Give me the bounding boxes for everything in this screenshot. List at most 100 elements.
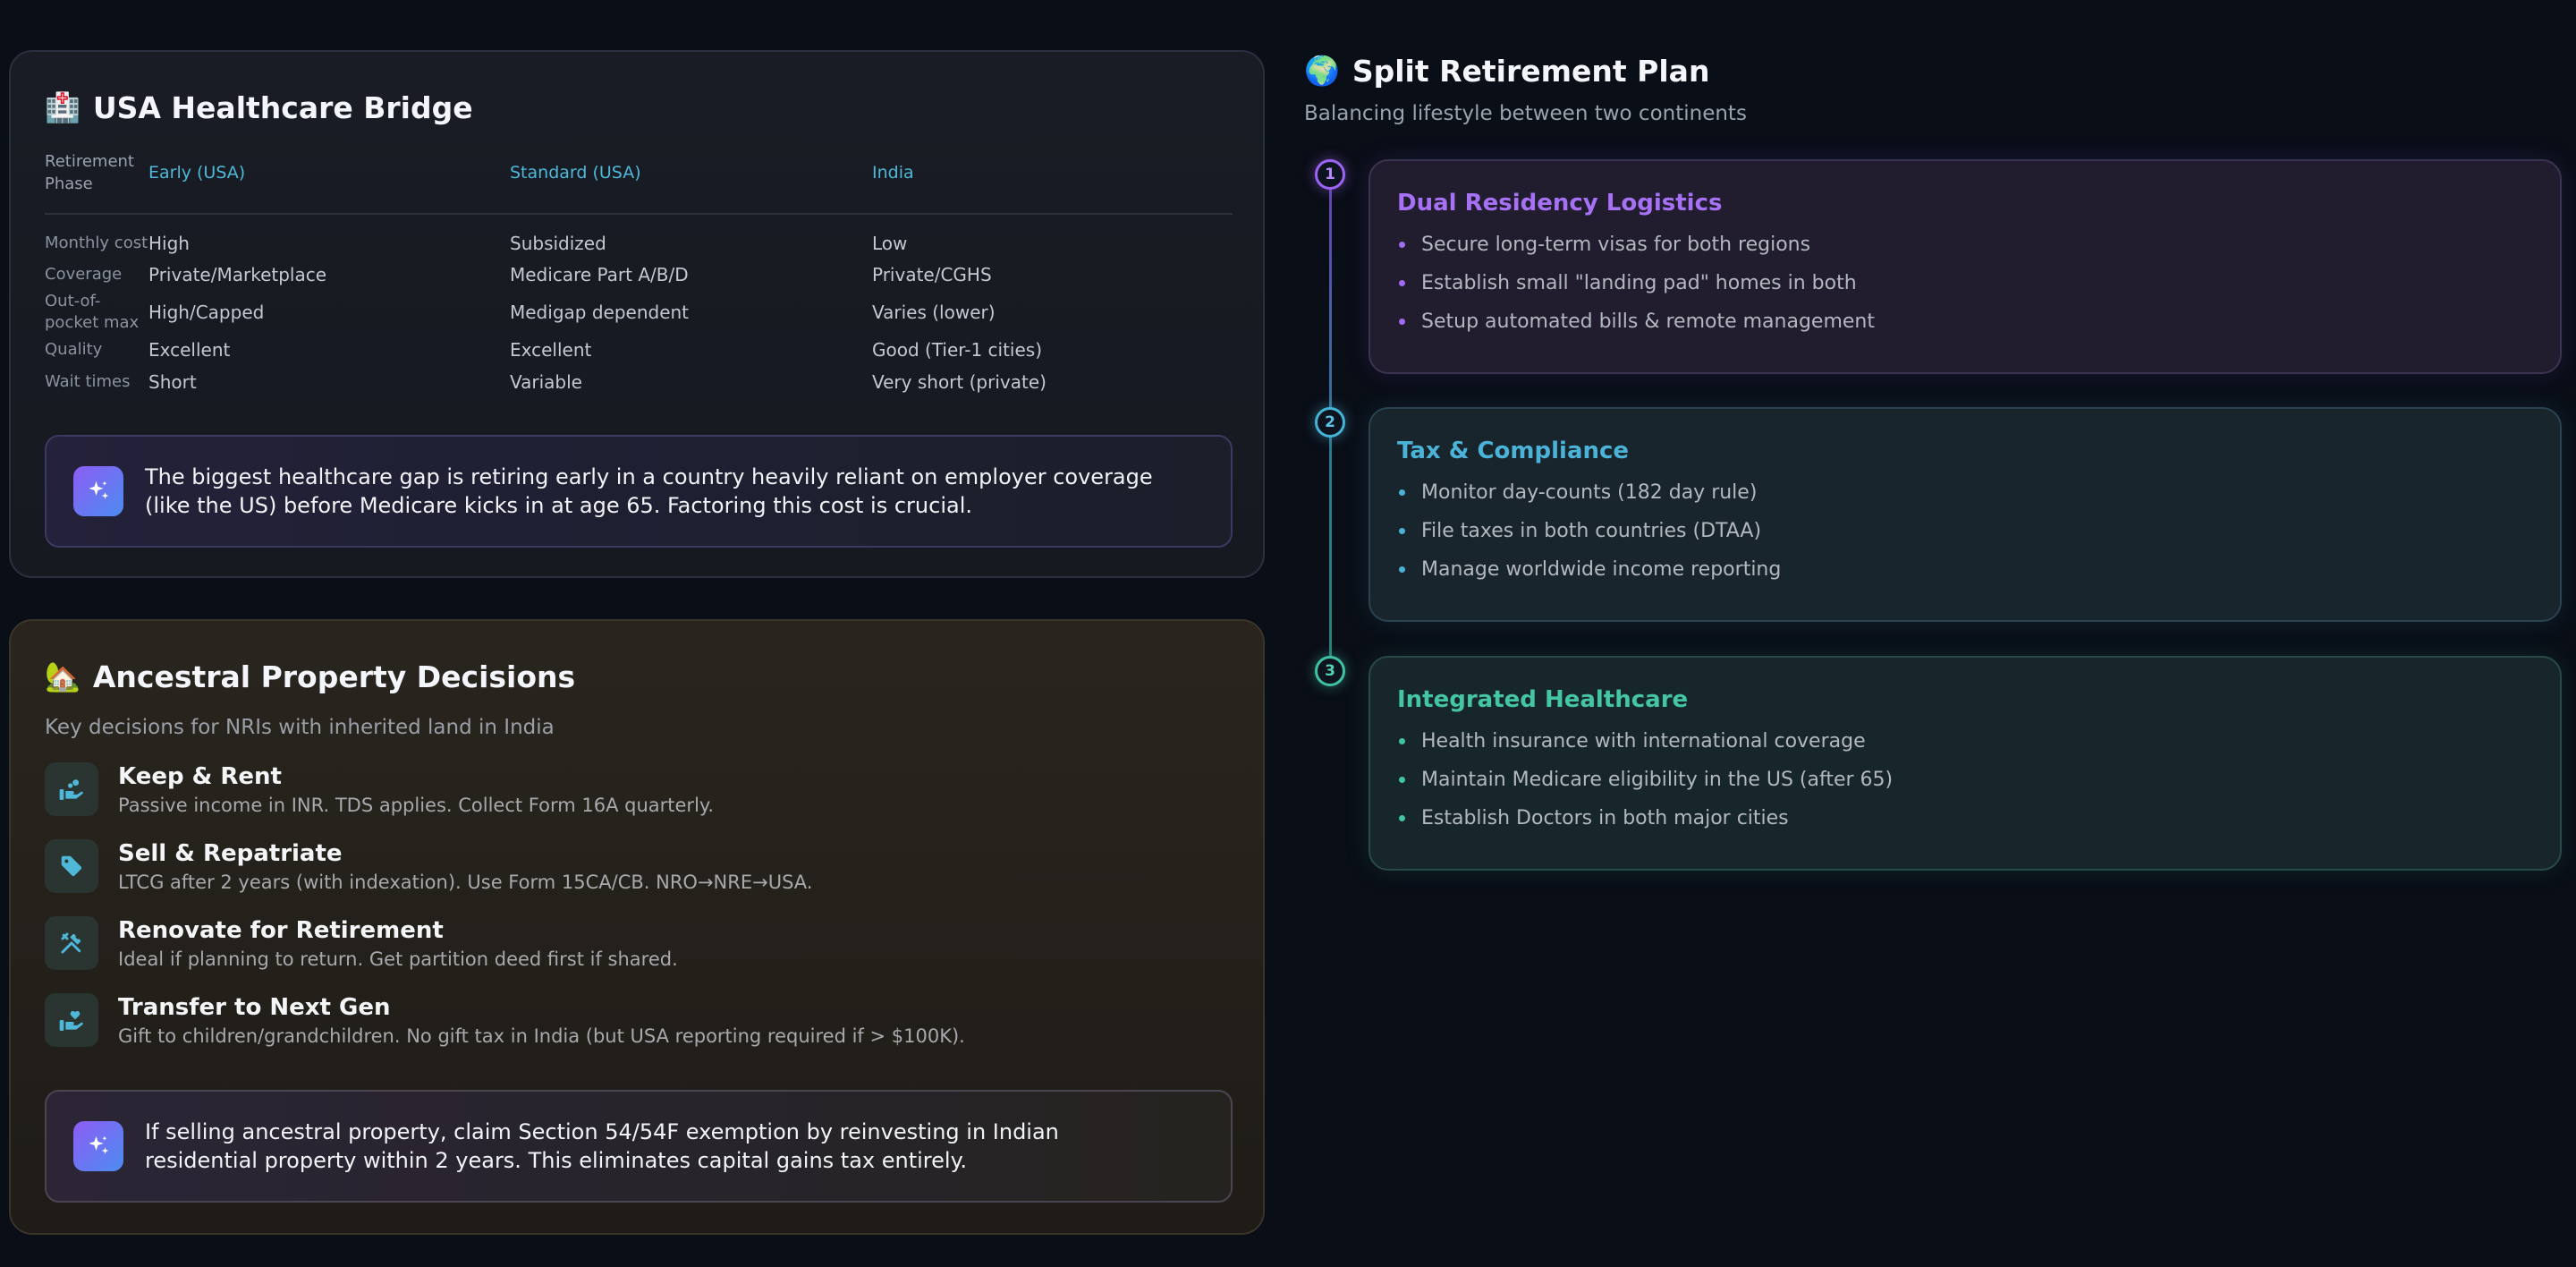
header-standard-usa: Standard (USA): [510, 150, 872, 215]
cell-india: Good (Tier-1 cities): [872, 339, 1043, 361]
cell-india: Very short (private): [872, 371, 1046, 393]
cell-standard: Subsidized: [510, 232, 606, 254]
cell-india: Private/CGHS: [872, 264, 992, 285]
sparkles-icon: [73, 1121, 123, 1171]
list-item-text: File taxes in both countries (DTAA): [1421, 520, 1762, 542]
header-early-usa: Early (USA): [148, 150, 510, 215]
option-description: Gift to children/grandchildren. No gift …: [118, 1025, 965, 1047]
step-card-tax-compliance: Tax & Compliance Monitor day-counts (182…: [1368, 407, 2562, 622]
header-phase: Retirement Phase: [45, 150, 148, 215]
list-item-text: Establish Doctors in both major cities: [1421, 807, 1789, 829]
list-item: Transfer to Next Gen Gift to children/gr…: [45, 993, 1229, 1070]
list-item: File taxes in both countries (DTAA): [1397, 512, 2533, 550]
table-header-row: Retirement Phase Early (USA) Standard (U…: [45, 150, 1233, 215]
table-row: Coverage Private/Marketplace Medicare Pa…: [45, 259, 1233, 291]
property-insight-callout: If selling ancestral property, claim Sec…: [45, 1090, 1233, 1203]
tools-icon: [45, 916, 98, 970]
cell-early: High: [148, 232, 190, 254]
option-description: Passive income in INR. TDS applies. Coll…: [118, 795, 715, 816]
cell-india: Low: [872, 232, 908, 254]
step-title: Dual Residency Logistics: [1397, 190, 1723, 217]
bullet-icon: [1399, 319, 1405, 325]
split-plan-title: 🌍 Split Retirement Plan: [1304, 48, 1709, 93]
list-item-text: Secure long-term visas for both regions: [1421, 234, 1811, 256]
property-insight-text: If selling ancestral property, claim Sec…: [145, 1119, 1059, 1173]
bullet-icon: [1399, 815, 1405, 821]
cell-india: Varies (lower): [872, 302, 996, 323]
cell-standard: Variable: [510, 371, 582, 393]
healthcare-insight-callout: The biggest healthcare gap is retiring e…: [45, 435, 1233, 548]
property-title-text: Ancestral Property Decisions: [92, 659, 576, 694]
list-item-text: Establish small "landing pad" homes in b…: [1421, 272, 1857, 294]
step-title: Integrated Healthcare: [1397, 686, 1689, 713]
step-title: Tax & Compliance: [1397, 438, 1630, 464]
hand-coins-icon: [45, 762, 98, 816]
list-item-text: Maintain Medicare eligibility in the US …: [1421, 769, 1894, 791]
list-item: Setup automated bills & remote managemen…: [1397, 302, 2533, 341]
tag-icon: [45, 839, 98, 893]
table-row: Monthly cost High Subsidized Low: [45, 214, 1233, 259]
healthcare-insight-text: The biggest healthcare gap is retiring e…: [145, 464, 1153, 518]
step-items: Monitor day-counts (182 day rule) File t…: [1397, 473, 2533, 589]
row-label: Out-of-pocket max: [45, 292, 140, 332]
list-item: Renovate for Retirement Ideal if plannin…: [45, 916, 1229, 993]
house-icon: 🏡: [45, 659, 80, 693]
option-description: LTCG after 2 years (with indexation). Us…: [118, 872, 813, 893]
option-title: Keep & Rent: [118, 763, 282, 790]
row-label: Wait times: [45, 372, 131, 391]
property-title: 🏡 Ancestral Property Decisions: [45, 653, 1229, 700]
list-item-text: Setup automated bills & remote managemen…: [1421, 310, 1875, 333]
list-item-text: Monitor day-counts (182 day rule): [1421, 481, 1758, 504]
list-item: Secure long-term visas for both regions: [1397, 225, 2533, 264]
healthcare-title: 🏥 USA Healthcare Bridge: [45, 84, 1229, 131]
list-item: Sell & Repatriate LTCG after 2 years (wi…: [45, 839, 1229, 916]
option-title: Sell & Repatriate: [118, 840, 343, 867]
list-item: Establish Doctors in both major cities: [1397, 799, 2533, 838]
bullet-icon: [1399, 777, 1405, 783]
step-card-integrated-healthcare: Integrated Healthcare Health insurance w…: [1368, 656, 2562, 871]
property-options-list: Keep & Rent Passive income in INR. TDS a…: [45, 762, 1229, 1070]
bullet-icon: [1399, 280, 1405, 286]
property-subtitle: Key decisions for NRIs with inherited la…: [45, 716, 555, 739]
cell-early: High/Capped: [148, 302, 265, 323]
header-india: India: [872, 150, 1233, 215]
list-item: Health insurance with international cove…: [1397, 722, 2533, 761]
step-number-3: 3: [1315, 656, 1345, 686]
page: 🏥 USA Healthcare Bridge Retirement Phase…: [0, 0, 2576, 1267]
table-row: Out-of-pocket max High/Capped Medigap de…: [45, 291, 1233, 334]
table-row: Quality Excellent Excellent Good (Tier-1…: [45, 334, 1233, 366]
healthcare-panel: 🏥 USA Healthcare Bridge Retirement Phase…: [9, 50, 1265, 578]
bullet-icon: [1399, 528, 1405, 534]
sparkles-icon: [73, 466, 123, 516]
list-item: Keep & Rent Passive income in INR. TDS a…: [45, 762, 1229, 839]
bullet-icon: [1399, 566, 1405, 573]
cell-early: Private/Marketplace: [148, 264, 327, 285]
property-panel: 🏡 Ancestral Property Decisions Key decis…: [9, 619, 1265, 1235]
cell-standard: Medicare Part A/B/D: [510, 264, 689, 285]
list-item-text: Manage worldwide income reporting: [1421, 558, 1782, 581]
hospital-icon: 🏥: [45, 90, 80, 124]
split-plan-subtitle: Balancing lifestyle between two continen…: [1304, 102, 1747, 125]
list-item: Maintain Medicare eligibility in the US …: [1397, 761, 2533, 799]
step-items: Secure long-term visas for both regions …: [1397, 225, 2533, 341]
option-title: Transfer to Next Gen: [118, 994, 391, 1021]
healthcare-title-text: USA Healthcare Bridge: [92, 89, 473, 125]
healthcare-table: Retirement Phase Early (USA) Standard (U…: [45, 150, 1233, 398]
globe-icon: 🌍: [1304, 54, 1340, 88]
row-label: Monthly cost: [45, 233, 148, 252]
cell-early: Excellent: [148, 339, 231, 361]
step-number-2: 2: [1315, 407, 1345, 438]
row-label: Quality: [45, 340, 103, 359]
hand-heart-icon: [45, 993, 98, 1047]
row-label: Coverage: [45, 265, 123, 284]
bullet-icon: [1399, 738, 1405, 744]
table-row: Wait times Short Variable Very short (pr…: [45, 366, 1233, 398]
list-item: Establish small "landing pad" homes in b…: [1397, 264, 2533, 302]
step-items: Health insurance with international cove…: [1397, 722, 2533, 838]
cell-early: Short: [148, 371, 197, 393]
option-description: Ideal if planning to return. Get partiti…: [118, 948, 678, 970]
option-title: Renovate for Retirement: [118, 917, 444, 944]
cell-standard: Excellent: [510, 339, 592, 361]
bullet-icon: [1399, 489, 1405, 496]
bullet-icon: [1399, 242, 1405, 248]
